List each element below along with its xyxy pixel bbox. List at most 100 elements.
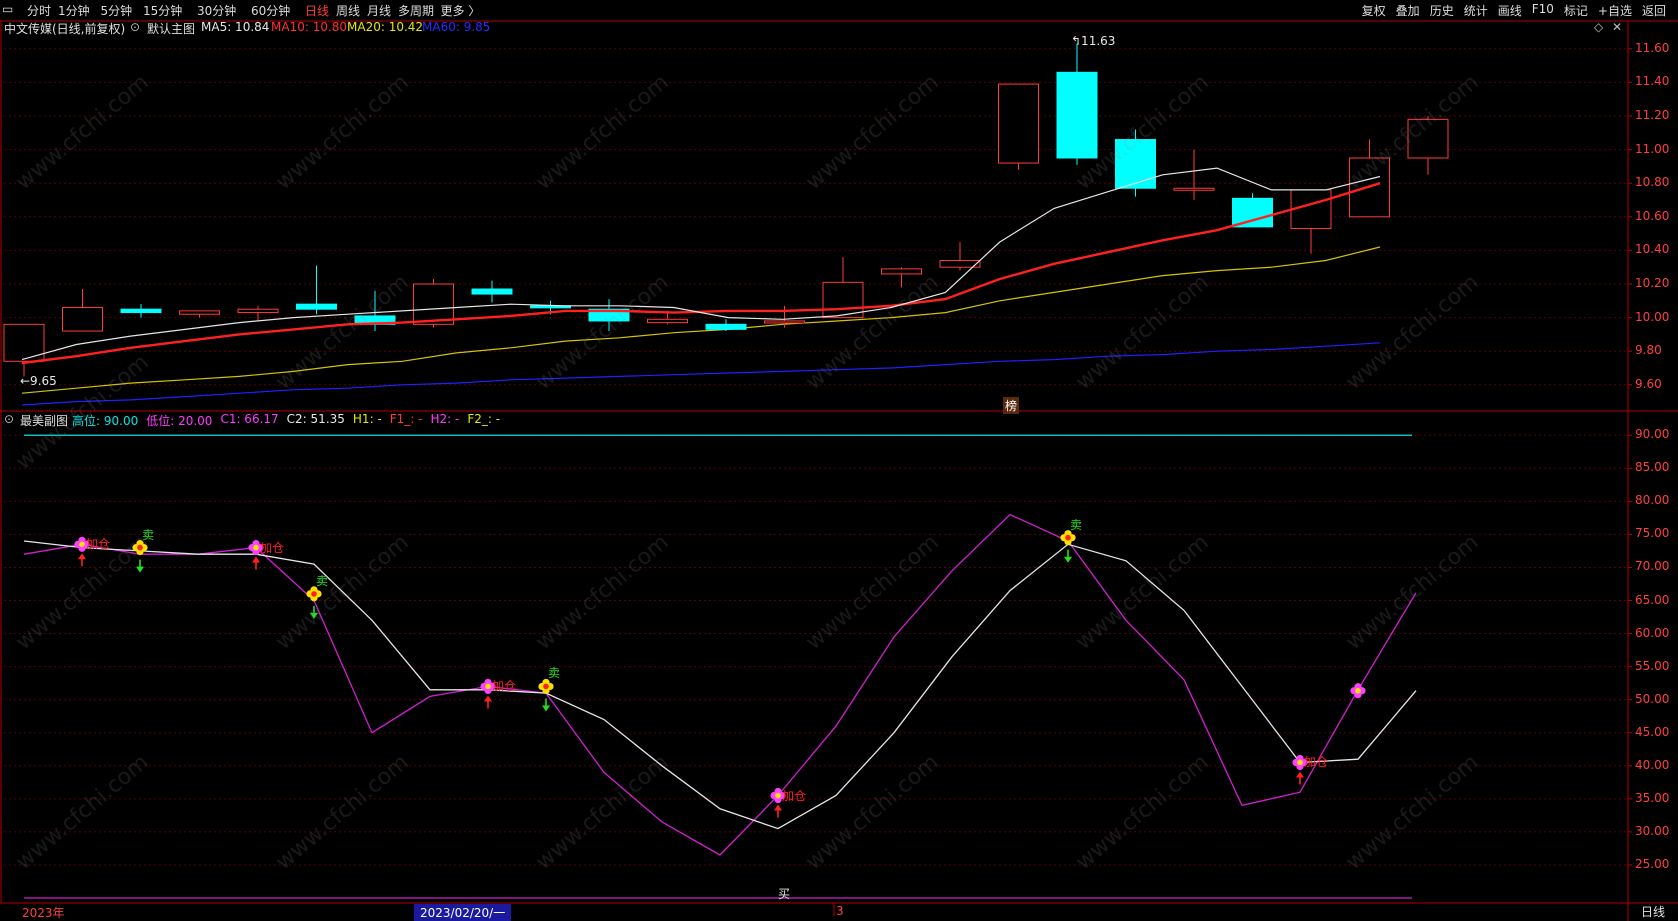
- candle-body: [647, 318, 688, 324]
- sell-label: 卖: [1070, 517, 1083, 532]
- sell-label: 卖: [316, 573, 329, 588]
- arrow-head: [1296, 771, 1304, 778]
- c1-line: [23, 513, 1417, 856]
- candle-body: [120, 308, 162, 314]
- sell-down-arrow-icon: [1064, 549, 1072, 563]
- y-tick-label: 11.20: [1635, 108, 1670, 122]
- arrow-head: [78, 553, 86, 560]
- buy-signal-label: 买: [778, 887, 791, 901]
- y-tick-label: 35.00: [1635, 790, 1670, 805]
- y-tick-label: 75.00: [1635, 526, 1670, 541]
- arrow-head: [136, 566, 144, 573]
- y-tick-label: 10.20: [1635, 276, 1670, 290]
- candle: [296, 265, 337, 315]
- add-position-label: 加仓: [492, 679, 517, 694]
- flower-center: [543, 683, 549, 690]
- sub-param-label: 低位: 20.00: [146, 414, 213, 428]
- buy-up-arrow-icon: [774, 804, 782, 818]
- candle-body: [881, 268, 922, 275]
- sub-param-label: C1: 66.17: [220, 412, 279, 426]
- settings-icon: ⊙: [130, 20, 141, 34]
- y-tick-label: 9.60: [1635, 376, 1662, 391]
- y-tick-label: 65.00: [1635, 592, 1670, 607]
- candle: [588, 299, 630, 332]
- arrow-head: [542, 705, 550, 712]
- candle: [998, 83, 1039, 170]
- candle: [705, 319, 747, 332]
- flower-center: [775, 792, 781, 799]
- candle: [1173, 149, 1215, 200]
- sub-param-label: 高位: 90.00: [72, 414, 139, 428]
- candle-body: [62, 307, 103, 332]
- indicator-name: 默认主图: [147, 22, 196, 36]
- candle-body: [1173, 187, 1215, 191]
- y-tick-label: 90.00: [1635, 427, 1670, 442]
- sub-param-label: C2: 51.35: [286, 412, 345, 426]
- y-tick-label: 9.80: [1635, 343, 1662, 358]
- candle: [1349, 139, 1390, 218]
- flower-center: [1297, 759, 1303, 766]
- month-label: 3: [836, 904, 844, 918]
- ma10-line: [21, 182, 1381, 365]
- y-tick-label: 80.00: [1635, 493, 1670, 508]
- add-position-label: 加仓: [86, 537, 111, 552]
- y-tick-label: 50.00: [1635, 691, 1670, 706]
- high-price-mark: ↰11.63: [1071, 33, 1116, 48]
- y-tick-label: 30.00: [1635, 823, 1670, 838]
- buy-flower-icon: [1350, 683, 1366, 699]
- y-tick-label: 25.00: [1635, 856, 1670, 871]
- y-tick-label: 85.00: [1635, 460, 1670, 475]
- kline-chart[interactable]: [0, 0, 1678, 921]
- candle-body: [296, 303, 337, 310]
- ma60-line: [21, 342, 1381, 406]
- candle-body: [1056, 71, 1098, 159]
- ma60-label: MA60: 9.85: [422, 20, 491, 34]
- sub-param-label: F2_: -: [467, 412, 501, 426]
- candle-body: [705, 323, 747, 330]
- y-tick-label: 11.60: [1635, 40, 1670, 55]
- candle-body: [764, 320, 805, 324]
- diamond-icon: ◇: [1594, 20, 1604, 34]
- buy-up-arrow-icon: [252, 556, 260, 570]
- ma10-label: MA10: 10.80: [271, 20, 348, 34]
- buy-up-arrow-icon: [484, 695, 492, 709]
- candle: [764, 305, 805, 328]
- candle: [1115, 129, 1156, 197]
- year-label: 2023年: [22, 906, 65, 920]
- candle: [1056, 43, 1098, 165]
- y-tick-label: 10.60: [1635, 208, 1670, 223]
- add-position-label: 加仓: [782, 788, 807, 803]
- settings-icon: ⊙: [4, 412, 15, 426]
- arrow-head: [774, 804, 782, 811]
- period-label: 日线: [1641, 905, 1666, 919]
- candle: [120, 304, 162, 318]
- y-tick-label: 45.00: [1635, 724, 1670, 739]
- candle-body: [1115, 139, 1156, 189]
- add-position-label: 加仓: [260, 540, 285, 555]
- sub-chart-name: 最美副图: [20, 414, 69, 428]
- candle: [237, 305, 279, 321]
- ma20-line: [21, 246, 1381, 394]
- add-position-label: 加仓: [1304, 755, 1329, 770]
- sell-label: 卖: [548, 666, 561, 681]
- buy-up-arrow-icon: [1296, 771, 1304, 785]
- y-tick-label: 11.40: [1635, 74, 1670, 89]
- y-tick-label: 10.80: [1635, 175, 1670, 190]
- arrow-head: [310, 612, 318, 619]
- sell-label: 卖: [142, 527, 155, 542]
- candle: [1407, 116, 1449, 175]
- y-tick-label: 55.00: [1635, 658, 1670, 673]
- candle-body: [413, 283, 454, 325]
- candle-body: [998, 83, 1039, 164]
- flower-center: [137, 544, 143, 551]
- flower-center: [1065, 534, 1071, 541]
- flower-center: [485, 683, 491, 690]
- ma20-label: MA20: 10.42: [347, 20, 424, 34]
- flower-center: [1355, 687, 1361, 694]
- candle: [62, 289, 103, 332]
- c2-line: [23, 540, 1417, 830]
- flower-center: [311, 591, 317, 597]
- arrow-head: [252, 556, 260, 563]
- candle-body: [237, 308, 279, 314]
- flower-center: [253, 544, 259, 551]
